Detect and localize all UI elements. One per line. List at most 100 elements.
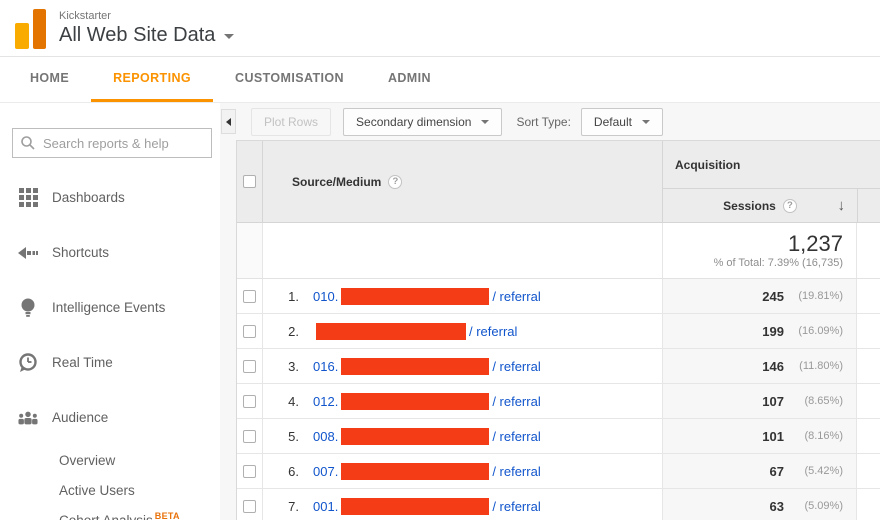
- redaction-bar: [341, 287, 490, 305]
- sessions-total-subtext: % of Total: 7.39% (16,735): [713, 257, 843, 269]
- sidebar-item-label: Intelligence Events: [52, 300, 166, 315]
- source-medium-link[interactable]: 016. / referral: [313, 357, 541, 375]
- sidebar-item-shortcuts[interactable]: Shortcuts: [0, 225, 220, 280]
- sessions-percent: (11.80%): [799, 360, 843, 372]
- sidebar-subitem-cohort-analysis[interactable]: Cohort Analysis BETA: [0, 505, 220, 520]
- tab-customisation[interactable]: CUSTOMISATION: [213, 57, 366, 102]
- sessions-total: 1,237: [787, 231, 843, 256]
- help-icon[interactable]: ?: [388, 174, 403, 189]
- row-index: 6.: [288, 463, 299, 479]
- help-icon[interactable]: ?: [782, 198, 797, 213]
- collapse-arrow-icon: [226, 117, 231, 126]
- chevron-down-icon: [641, 119, 650, 124]
- secondary-dimension-dropdown[interactable]: Secondary dimension: [343, 107, 503, 136]
- source-medium-link[interactable]: 010. / referral: [313, 287, 541, 305]
- source-prefix: 001.: [313, 498, 339, 514]
- sidebar-item-real-time[interactable]: Real Time: [0, 335, 220, 390]
- source-medium-table: Source/Medium ? Acquisition Sessions ? ↓: [236, 140, 880, 520]
- row-checkbox[interactable]: [243, 429, 256, 443]
- source-medium-link[interactable]: 001. / referral: [313, 497, 541, 515]
- next-column-stub: [857, 189, 880, 222]
- source-medium-link[interactable]: / referral: [313, 322, 518, 340]
- chevron-down-icon: [481, 119, 490, 124]
- row-index: 5.: [288, 428, 299, 444]
- sidebar-item-audience[interactable]: Audience: [0, 390, 220, 445]
- beta-badge: BETA: [154, 511, 180, 520]
- sidebar-subitem-overview[interactable]: Overview: [0, 445, 220, 475]
- row-checkbox[interactable]: [243, 464, 256, 478]
- property-selector[interactable]: All Web Site Data: [59, 23, 235, 47]
- sessions-column-header[interactable]: Sessions ? ↓: [663, 189, 857, 222]
- main-content: Plot Rows Secondary dimension Sort Type:…: [220, 103, 880, 520]
- redaction-bar: [341, 497, 490, 515]
- sort-type-dropdown[interactable]: Default: [580, 107, 663, 136]
- row-checkbox[interactable]: [243, 394, 256, 408]
- sort-descending-icon[interactable]: ↓: [838, 197, 846, 214]
- source-medium-link[interactable]: 012. / referral: [313, 392, 541, 410]
- property-name: All Web Site Data: [59, 23, 216, 46]
- shortcuts-icon: [18, 246, 38, 260]
- redaction-bar: [341, 392, 490, 410]
- redaction-bar: [316, 322, 466, 340]
- realtime-clock-icon: [18, 352, 38, 373]
- row-index: 7.: [288, 498, 299, 514]
- sidebar-subitem-active-users[interactable]: Active Users: [0, 475, 220, 505]
- totals-row: 1,237 % of Total: 7.39% (16,735): [237, 223, 880, 279]
- sessions-value: 199: [762, 323, 784, 339]
- dimension-column-header: Source/Medium: [292, 174, 382, 189]
- sessions-value: 67: [769, 463, 784, 479]
- search-icon: [20, 135, 36, 156]
- sidebar: Dashboards Shortcuts: [0, 103, 220, 520]
- source-suffix: / referral: [469, 323, 518, 339]
- acquisition-group-header: Acquisition: [663, 141, 880, 189]
- plot-rows-button[interactable]: Plot Rows: [251, 107, 332, 136]
- table-row: 6. 007. / referral 67 (5.42%): [237, 454, 880, 489]
- source-suffix: / referral: [492, 498, 541, 514]
- source-medium-link[interactable]: 007. / referral: [313, 462, 541, 480]
- source-suffix: / referral: [492, 428, 541, 444]
- sidebar-item-label: Dashboards: [52, 190, 125, 205]
- sidebar-item-intelligence-events[interactable]: Intelligence Events: [0, 280, 220, 335]
- row-checkbox[interactable]: [243, 289, 256, 303]
- sidebar-item-label: Real Time: [52, 355, 113, 370]
- analytics-logo-icon: [15, 9, 46, 49]
- source-prefix: 016.: [313, 358, 339, 374]
- tab-home[interactable]: HOME: [8, 57, 91, 102]
- source-prefix: 007.: [313, 463, 339, 479]
- sort-type-label: Sort Type:: [516, 114, 571, 129]
- sessions-percent: (5.09%): [804, 500, 843, 512]
- sessions-percent: (8.16%): [804, 430, 843, 442]
- redaction-bar: [341, 462, 490, 480]
- sessions-value: 101: [762, 428, 784, 444]
- row-checkbox[interactable]: [243, 359, 256, 373]
- source-suffix: / referral: [492, 393, 541, 409]
- collapse-sidebar-button[interactable]: [221, 109, 236, 134]
- sidebar-item-dashboards[interactable]: Dashboards: [0, 170, 220, 225]
- sessions-value: 63: [769, 498, 784, 514]
- tab-reporting[interactable]: REPORTING: [91, 57, 214, 102]
- table-row: 1. 010. / referral 245 (19.81%): [237, 279, 880, 314]
- sessions-percent: (16.09%): [798, 325, 843, 337]
- sidebar-item-label: Audience: [52, 410, 109, 425]
- audience-people-icon: [18, 410, 38, 426]
- select-all-checkbox[interactable]: [243, 175, 256, 188]
- chevron-down-icon: [224, 34, 235, 39]
- app-header: Kickstarter All Web Site Data: [0, 0, 880, 57]
- sessions-value: 245: [762, 288, 784, 304]
- tab-admin[interactable]: ADMIN: [366, 57, 453, 102]
- row-index: 1.: [288, 288, 299, 304]
- row-index: 2.: [288, 323, 299, 339]
- search-input[interactable]: [12, 128, 212, 158]
- source-prefix: 010.: [313, 288, 339, 304]
- source-medium-link[interactable]: 008. / referral: [313, 427, 541, 445]
- sessions-value: 146: [762, 358, 784, 374]
- source-prefix: 012.: [313, 393, 339, 409]
- table-row: 7. 001. / referral 63 (5.09%): [237, 489, 880, 520]
- row-checkbox[interactable]: [243, 324, 256, 338]
- row-checkbox[interactable]: [243, 499, 256, 513]
- sessions-percent: (19.81%): [798, 290, 843, 302]
- sessions-percent: (5.42%): [804, 465, 843, 477]
- table-row: 4. 012. / referral 107 (8.65%): [237, 384, 880, 419]
- row-index: 4.: [288, 393, 299, 409]
- sessions-value: 107: [762, 393, 784, 409]
